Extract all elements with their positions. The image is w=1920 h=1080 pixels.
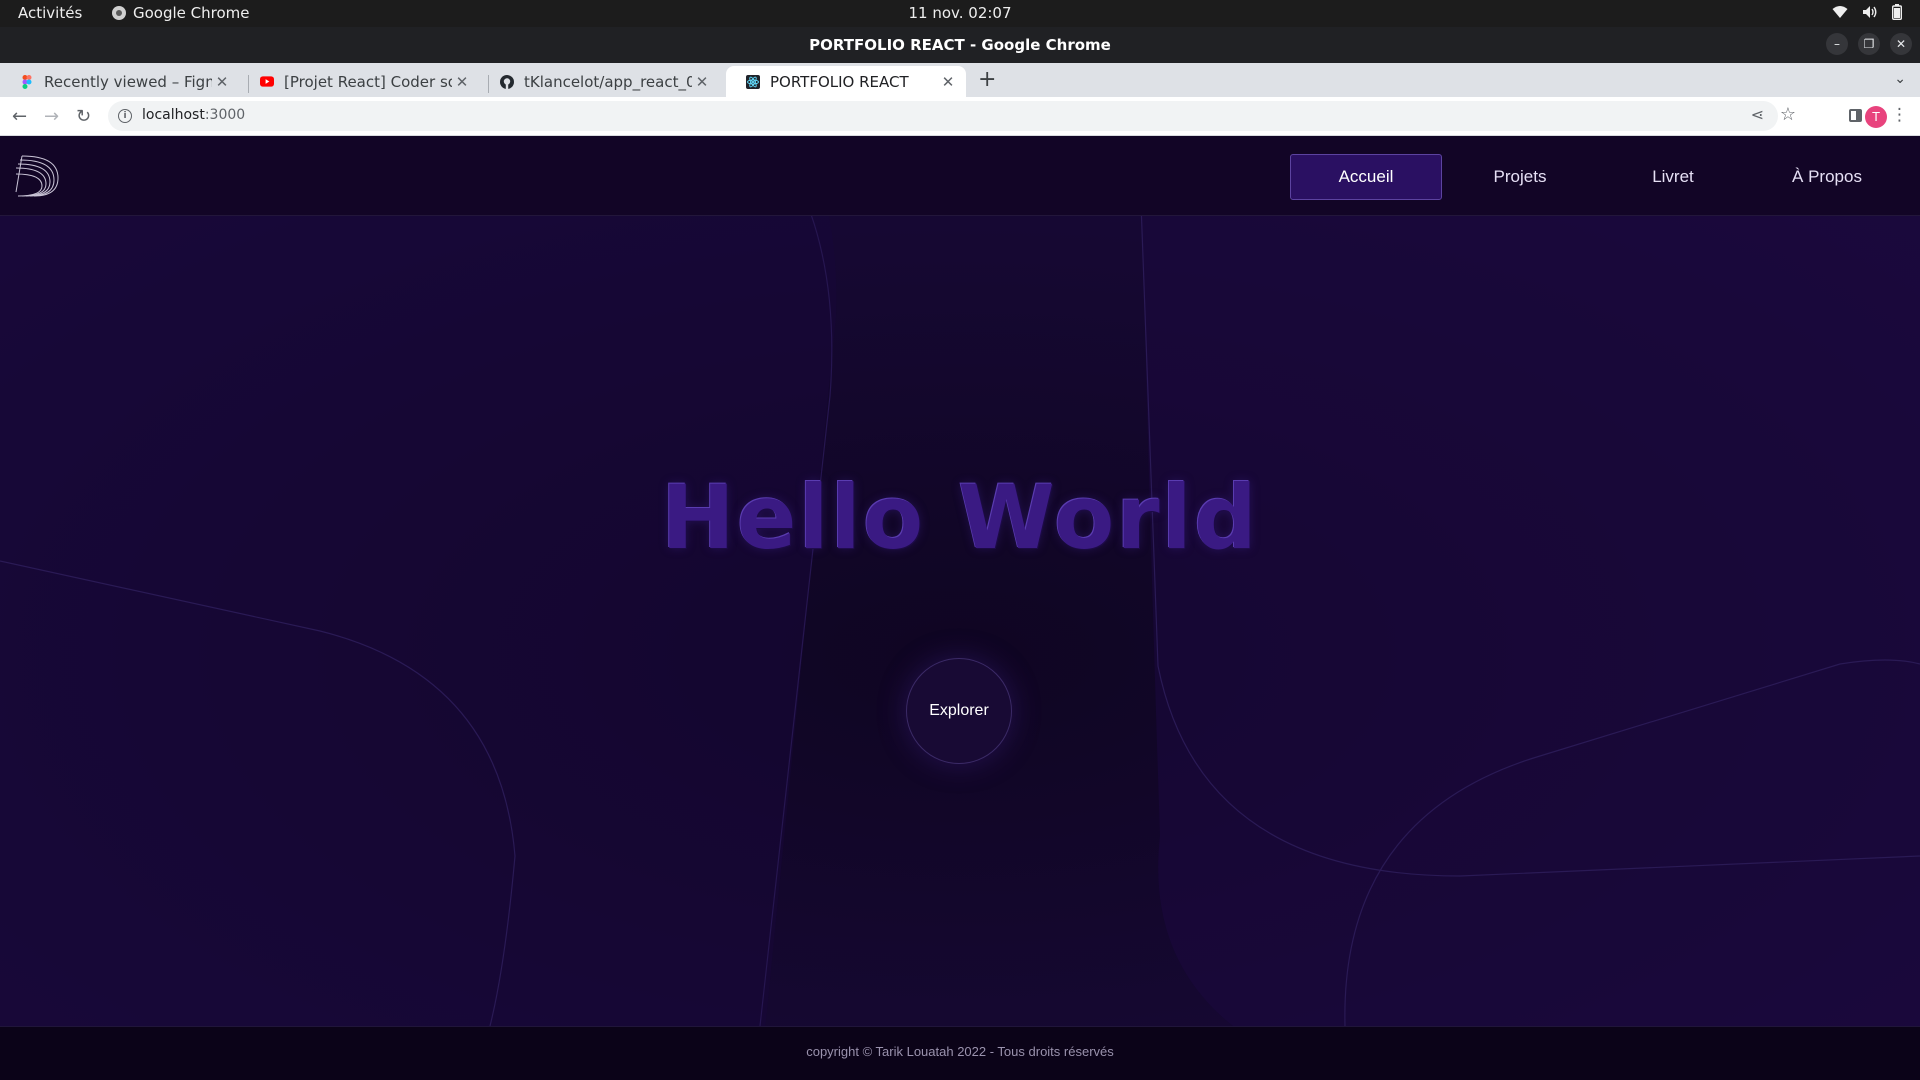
tab-label: tKlancelot/app_react_01:	[524, 72, 692, 91]
tab-close-icon[interactable]: ✕	[692, 73, 712, 91]
tab-close-icon[interactable]: ✕	[452, 73, 472, 91]
hero-title: Hello World	[661, 466, 1259, 569]
nav-accueil[interactable]: Accueil	[1290, 154, 1442, 200]
nav-projets[interactable]: Projets	[1444, 154, 1596, 200]
tab-close-icon[interactable]: ✕	[938, 73, 958, 91]
minimize-button[interactable]: –	[1826, 33, 1848, 55]
url-text[interactable]: localhost:3000	[142, 107, 245, 123]
app-name: Google Chrome	[133, 4, 250, 22]
explore-button[interactable]: Explorer	[906, 658, 1012, 764]
tab-portfolio-react[interactable]: PORTFOLIO REACT ✕	[726, 66, 966, 97]
site-logo[interactable]	[14, 152, 62, 200]
nav-a-propos[interactable]: À Propos	[1751, 154, 1903, 200]
wifi-icon	[1832, 6, 1848, 18]
github-icon	[500, 74, 514, 89]
window-title: PORTFOLIO REACT - Google Chrome	[809, 36, 1111, 54]
tab-label: Recently viewed – Figma	[44, 72, 212, 91]
tab-strip: Recently viewed – Figma ✕ [Projet React]…	[0, 63, 1920, 97]
chrome-icon	[112, 6, 126, 20]
bookmark-star-icon[interactable]: ☆	[1780, 104, 1796, 125]
tab-search-icon[interactable]: ⌄	[1894, 71, 1906, 87]
tab-label: [Projet React] Coder son C	[284, 72, 452, 91]
reload-icon[interactable]: ↻	[76, 106, 91, 127]
web-page: Accueil Projets Livret À Propos Hello Wo…	[0, 136, 1920, 1080]
tab-youtube[interactable]: [Projet React] Coder son C ✕	[240, 66, 480, 97]
window-title-bar: PORTFOLIO REACT - Google Chrome – ❐ ✕	[0, 27, 1920, 63]
system-top-bar: Activités Google Chrome 11 nov. 02:07	[0, 0, 1920, 27]
back-icon[interactable]: ←	[12, 106, 27, 127]
chrome-menu-icon[interactable]: ⋮	[1891, 105, 1908, 125]
address-bar[interactable]: i localhost:3000 ⋖ ☆	[108, 101, 1796, 131]
tab-figma[interactable]: Recently viewed – Figma ✕	[0, 66, 240, 97]
site-footer: copyright © Tarik Louatah 2022 - Tous dr…	[0, 1026, 1920, 1080]
tab-label: PORTFOLIO REACT	[770, 72, 909, 91]
app-menu[interactable]: Google Chrome	[112, 4, 250, 22]
close-window-button[interactable]: ✕	[1890, 33, 1912, 55]
side-panel-icon[interactable]	[1849, 109, 1862, 122]
volume-icon	[1863, 6, 1877, 18]
figma-icon	[20, 74, 34, 89]
youtube-icon	[260, 75, 274, 89]
site-info-icon[interactable]: i	[118, 109, 132, 123]
react-icon	[746, 74, 760, 89]
activities-button[interactable]: Activités	[18, 4, 82, 22]
new-tab-button[interactable]: +	[978, 67, 996, 92]
browser-toolbar: ← → ↻ i localhost:3000 ⋖ ☆ T ⋮	[0, 97, 1920, 136]
site-navbar: Accueil Projets Livret À Propos	[0, 136, 1920, 216]
forward-icon[interactable]: →	[44, 106, 59, 127]
nav-livret[interactable]: Livret	[1597, 154, 1749, 200]
battery-icon	[1892, 4, 1902, 20]
profile-avatar[interactable]: T	[1865, 106, 1887, 128]
tab-close-icon[interactable]: ✕	[212, 73, 232, 91]
maximize-button[interactable]: ❐	[1858, 33, 1880, 55]
share-icon[interactable]: ⋖	[1751, 105, 1764, 124]
tab-github[interactable]: tKlancelot/app_react_01: ✕	[480, 66, 720, 97]
system-tray[interactable]	[1832, 4, 1902, 20]
background-shapes	[0, 136, 1920, 1080]
clock[interactable]: 11 nov. 02:07	[908, 4, 1011, 22]
